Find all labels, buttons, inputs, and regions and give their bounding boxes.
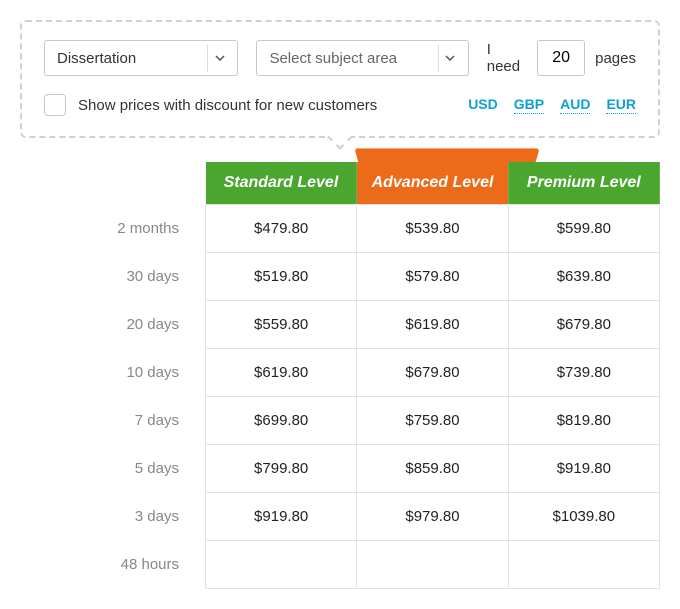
table-row: $699.80 $759.80 $819.80 [206, 396, 660, 444]
filter-panel: Dissertation Select subject area I need … [20, 20, 660, 138]
price-cell[interactable] [357, 540, 508, 588]
price-cell[interactable]: $699.80 [206, 396, 357, 444]
price-cell[interactable]: $479.80 [206, 204, 357, 252]
deadline-label: 48 hours [20, 540, 205, 588]
pages-input[interactable] [537, 40, 585, 76]
price-cell[interactable]: $619.80 [357, 300, 508, 348]
deadline-label: 30 days [20, 252, 205, 300]
chevron-down-icon [207, 44, 231, 72]
need-label: I need [487, 41, 527, 75]
price-grid: Standard Level Advanced Level Premium Le… [205, 162, 660, 589]
pages-group: I need pages [487, 40, 636, 76]
price-cell[interactable]: $579.80 [357, 252, 508, 300]
price-cell[interactable]: $519.80 [206, 252, 357, 300]
price-cell[interactable]: $539.80 [357, 204, 508, 252]
chevron-down-icon [438, 44, 462, 72]
discount-checkbox[interactable] [44, 94, 66, 116]
table-row: $619.80 $679.80 $739.80 [206, 348, 660, 396]
filter-row-options: Show prices with discount for new custom… [44, 94, 636, 116]
currency-eur[interactable]: EUR [606, 96, 636, 114]
price-cell[interactable]: $759.80 [357, 396, 508, 444]
price-area: 2 months 30 days 20 days 10 days 7 days … [20, 162, 660, 589]
discount-checkbox-wrap[interactable]: Show prices with discount for new custom… [44, 94, 377, 116]
table-row: $559.80 $619.80 $679.80 [206, 300, 660, 348]
price-table: Standard Level Advanced Level Premium Le… [205, 162, 660, 589]
price-cell[interactable]: $819.80 [508, 396, 659, 444]
currency-aud[interactable]: AUD [560, 96, 590, 114]
deadline-label: 7 days [20, 396, 205, 444]
deadline-label: 2 months [20, 204, 205, 252]
deadline-label: 3 days [20, 492, 205, 540]
price-cell[interactable]: $859.80 [357, 444, 508, 492]
price-cell[interactable]: $679.80 [508, 300, 659, 348]
table-header-row: Standard Level Advanced Level Premium Le… [206, 162, 660, 204]
table-row: $919.80 $979.80 $1039.80 [206, 492, 660, 540]
price-cell[interactable]: $599.80 [508, 204, 659, 252]
table-row: $519.80 $579.80 $639.80 [206, 252, 660, 300]
table-row: $799.80 $859.80 $919.80 [206, 444, 660, 492]
price-cell[interactable]: $979.80 [357, 492, 508, 540]
panel-notch-icon [327, 124, 352, 149]
subject-area-select[interactable]: Select subject area [256, 40, 468, 76]
price-cell[interactable] [206, 540, 357, 588]
price-cell[interactable] [508, 540, 659, 588]
currency-switcher: USD GBP AUD EUR [468, 96, 636, 114]
price-cell[interactable]: $919.80 [508, 444, 659, 492]
table-row: $479.80 $539.80 $599.80 [206, 204, 660, 252]
table-row [206, 540, 660, 588]
price-cell[interactable]: $799.80 [206, 444, 357, 492]
price-cell[interactable]: $679.80 [357, 348, 508, 396]
price-cell[interactable]: $559.80 [206, 300, 357, 348]
subject-area-placeholder: Select subject area [269, 50, 397, 67]
price-cell[interactable]: $1039.80 [508, 492, 659, 540]
deadline-label: 5 days [20, 444, 205, 492]
deadline-labels: 2 months 30 days 20 days 10 days 7 days … [20, 162, 205, 589]
price-cell[interactable]: $919.80 [206, 492, 357, 540]
col-advanced[interactable]: Advanced Level [357, 162, 508, 204]
col-standard[interactable]: Standard Level [206, 162, 357, 204]
price-cell[interactable]: $739.80 [508, 348, 659, 396]
price-cell[interactable]: $639.80 [508, 252, 659, 300]
pages-label: pages [595, 50, 636, 67]
col-premium[interactable]: Premium Level [508, 162, 659, 204]
currency-gbp[interactable]: GBP [514, 96, 544, 114]
deadline-label: 20 days [20, 300, 205, 348]
document-type-value: Dissertation [57, 50, 136, 67]
price-cell[interactable]: $619.80 [206, 348, 357, 396]
document-type-select[interactable]: Dissertation [44, 40, 238, 76]
filter-row-controls: Dissertation Select subject area I need … [44, 40, 636, 76]
currency-usd[interactable]: USD [468, 96, 498, 114]
discount-label: Show prices with discount for new custom… [78, 97, 377, 114]
deadline-label: 10 days [20, 348, 205, 396]
